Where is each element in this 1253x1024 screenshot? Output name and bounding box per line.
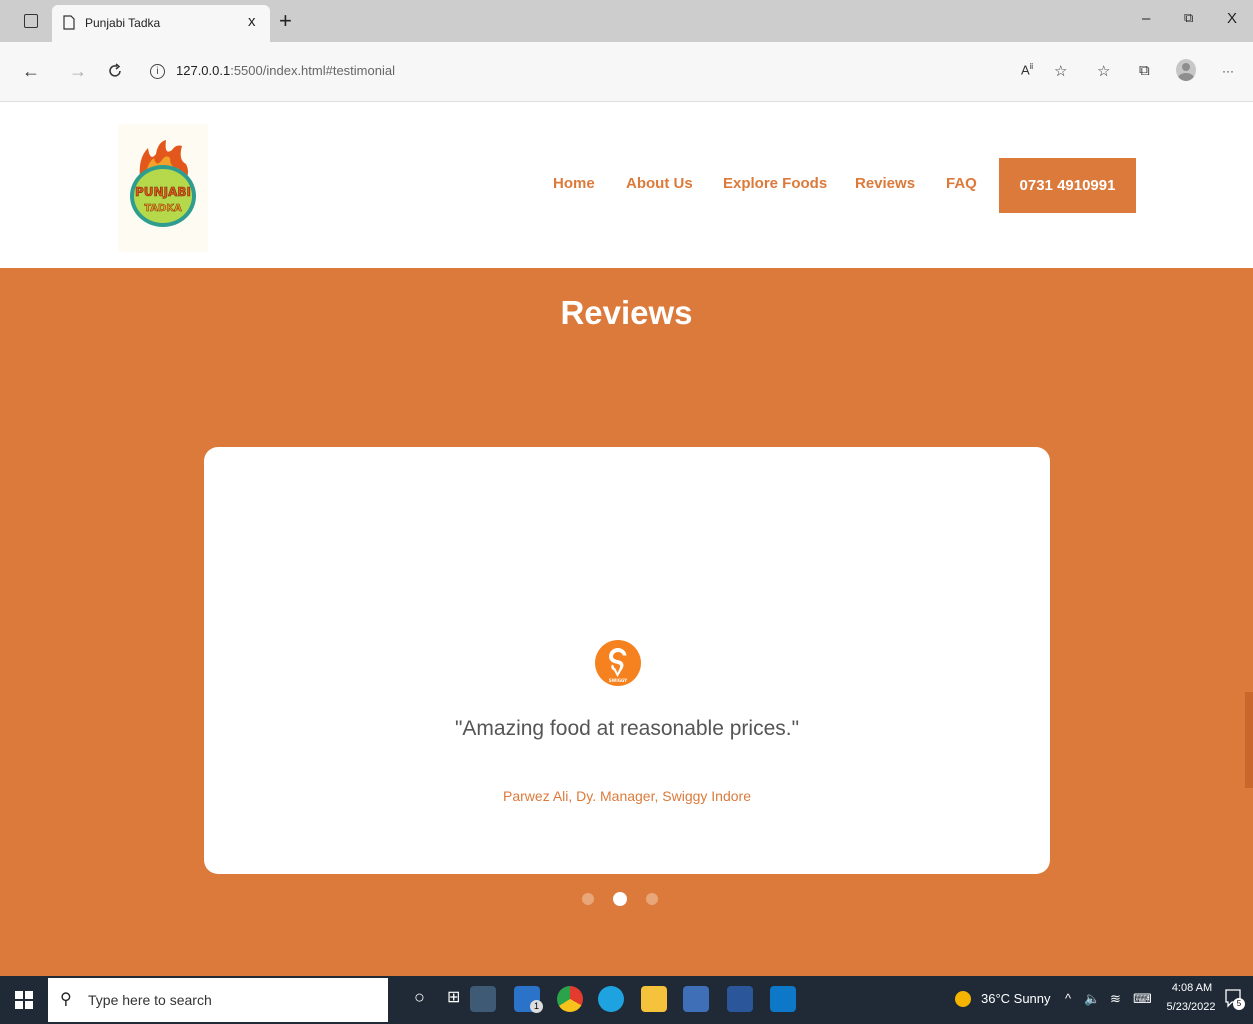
back-arrow-icon[interactable]: ← (22, 61, 40, 82)
windows-start-icon[interactable] (15, 991, 33, 1009)
task-view-icon[interactable]: ⊞ (447, 987, 460, 1007)
phone-button[interactable]: 0731 4910991 (999, 158, 1136, 213)
url-field[interactable]: 127.0.0.1:5500/index.html#testimonial (176, 63, 395, 78)
add-favorite-icon[interactable]: ☆ (1054, 62, 1067, 80)
clock-date[interactable]: 5/23/2022 (1162, 1001, 1220, 1013)
nav-about-us[interactable]: About Us (626, 175, 693, 192)
notification-count: 5 (1233, 998, 1245, 1010)
logo-text-line1: PUNJABI (135, 185, 191, 199)
review-author: Parwez Ali, Dy. Manager, Swiggy Indore (503, 788, 751, 804)
weather-icon[interactable] (955, 991, 971, 1007)
close-window-button[interactable]: X (1227, 10, 1237, 27)
volume-icon[interactable]: 🔈 (1084, 991, 1100, 1007)
reviews-heading: Reviews (560, 294, 693, 331)
search-icon: ⚲ (60, 991, 72, 1008)
mail-badge: 1 (530, 1000, 543, 1013)
reviews-section: Reviews SWIGGY "Amazing food at reasonab… (0, 268, 1253, 976)
browser-tab-bar: Punjabi Tadka x + – ⧉ X (0, 0, 1253, 42)
search-placeholder: Type here to search (88, 992, 212, 1008)
collections-icon[interactable]: ⧉ (1139, 62, 1150, 79)
refresh-icon[interactable] (106, 62, 124, 80)
restore-button[interactable]: ⧉ (1184, 10, 1193, 26)
logo-text-line2: TADKA (144, 203, 182, 214)
page-icon (63, 15, 75, 30)
review-card: SWIGGY "Amazing food at reasonable price… (204, 447, 1050, 874)
swiggy-logo: SWIGGY (595, 640, 641, 686)
profile-avatar[interactable] (1176, 59, 1196, 81)
more-options-icon[interactable]: ··· (1222, 64, 1234, 78)
site-header: PUNJABI TADKA Home About Us Explore Food… (0, 102, 1253, 268)
tab-actions-icon[interactable] (24, 14, 38, 28)
favorites-icon[interactable]: ☆ (1097, 62, 1110, 80)
nav-explore-foods[interactable]: Explore Foods (723, 175, 827, 192)
carousel-dot-1[interactable] (582, 893, 594, 905)
vscode-icon[interactable] (770, 986, 796, 1012)
browser-tab[interactable]: Punjabi Tadka x (52, 5, 270, 42)
carousel-dot-2[interactable] (613, 892, 627, 906)
language-icon[interactable]: ⌨ (1133, 991, 1152, 1007)
snipping-tool-icon[interactable] (470, 986, 496, 1012)
url-host: 127.0.0.1 (176, 63, 231, 78)
word-icon[interactable] (727, 986, 753, 1012)
new-tab-button[interactable]: + (279, 8, 292, 34)
browser-address-bar: ← → i 127.0.0.1:5500/index.html#testimon… (0, 42, 1253, 102)
weather-text[interactable]: 36°C Sunny (981, 991, 1051, 1006)
taskbar-search-box[interactable]: ⚲ Type here to search (48, 978, 388, 1022)
site-info-icon[interactable]: i (150, 64, 165, 79)
windows-taskbar: ⚲ Type here to search ○ ⊞ 1 36°C Sunny ^… (0, 976, 1253, 1024)
edge-icon[interactable] (598, 986, 624, 1012)
swiggy-icon: SWIGGY (609, 648, 627, 683)
nav-home[interactable]: Home (553, 175, 595, 192)
minimize-button[interactable]: – (1142, 10, 1150, 27)
read-aloud-icon[interactable]: Aⅱ (1021, 62, 1033, 77)
punjabi-tadka-logo[interactable]: PUNJABI TADKA (118, 124, 208, 252)
review-quote: "Amazing food at reasonable prices." (454, 717, 800, 740)
carousel-dot-3[interactable] (646, 893, 658, 905)
nav-reviews[interactable]: Reviews (855, 175, 915, 192)
chrome-icon[interactable] (557, 986, 583, 1012)
tab-close-button[interactable]: x (248, 13, 256, 30)
file-explorer-icon[interactable] (641, 986, 667, 1012)
tab-title: Punjabi Tadka (85, 16, 161, 30)
forward-arrow-icon[interactable]: → (69, 61, 87, 82)
mail-icon[interactable]: 1 (514, 986, 543, 1013)
show-hidden-icons[interactable]: ^ (1065, 991, 1071, 1006)
store-icon[interactable] (683, 986, 709, 1012)
clock-time[interactable]: 4:08 AM (1168, 982, 1216, 994)
cortana-icon[interactable]: ○ (414, 987, 425, 1008)
swiggy-wordmark: SWIGGY (609, 678, 627, 683)
network-icon[interactable]: ≋ (1110, 991, 1121, 1007)
carousel-next-handle[interactable] (1245, 692, 1253, 788)
url-path: :5500/index.html#testimonial (230, 63, 395, 78)
notification-center-icon[interactable]: 5 (1224, 988, 1245, 1010)
logo-emblem-icon: PUNJABI TADKA (130, 140, 196, 227)
nav-faq[interactable]: FAQ (946, 175, 977, 192)
